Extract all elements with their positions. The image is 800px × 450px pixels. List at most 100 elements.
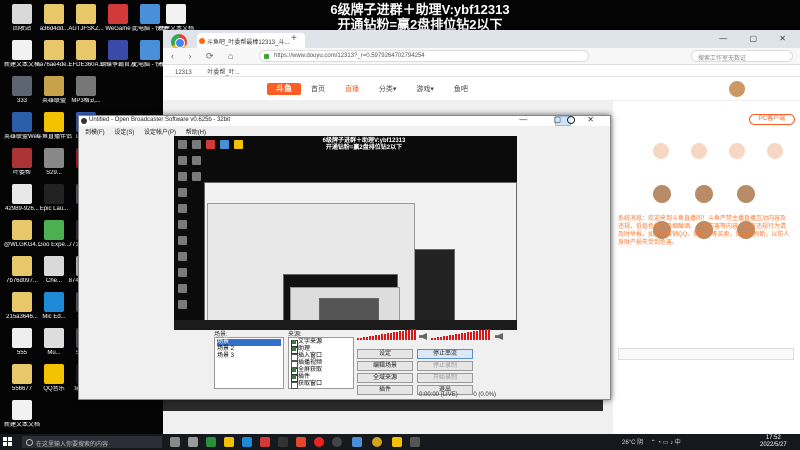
browser-search-field[interactable]: 搜索工作室无数证: [691, 50, 793, 62]
desktop-icon[interactable]: 555: [4, 328, 40, 357]
system-tray[interactable]: 26°C 阴 ⌃ ◔ ▭ ♪ 中: [622, 437, 681, 446]
obs-plugins-button[interactable]: 插件: [357, 385, 413, 395]
desktop-icon[interactable]: 556677: [4, 364, 40, 393]
desktop-icon[interactable]: 新建文本文档(4): [4, 400, 40, 429]
desktop-icon[interactable]: a36d4dd...: [36, 4, 72, 33]
desktop-icon[interactable]: QQ音乐: [36, 364, 72, 393]
desktop-icon[interactable]: ea76ae4de...: [36, 40, 72, 69]
desktop-icon[interactable]: 回收站: [4, 4, 40, 33]
desktop-icon[interactable]: 蝴蝶争霸官方电竞平台: [100, 40, 136, 69]
obs-stop-stream-button[interactable]: 停止串流: [417, 349, 473, 359]
mic-volume-meter[interactable]: [357, 328, 416, 340]
desktop-icon[interactable]: S29...: [36, 148, 72, 177]
obs-settings-button[interactable]: 设定: [357, 349, 413, 359]
weather-indicator[interactable]: 26°C 阴: [622, 440, 643, 446]
desktop-icon[interactable]: 新建文本文档: [4, 40, 40, 69]
obs-preview[interactable]: 6级牌子进群＋助理V:ybf12313 开通钻粉=赢2盘排位钻2以下: [174, 136, 517, 330]
taskbar-clock[interactable]: 17:52 2022/5/27: [760, 435, 787, 449]
source-item[interactable]: 全屏获取: [291, 367, 351, 375]
bookmark-item[interactable]: 12313: [175, 70, 192, 76]
url-field[interactable]: https://www.douyu.com/12313?_r=0.5979264…: [259, 50, 589, 62]
scenes-list[interactable]: 场景 场景 2 场景 3: [214, 337, 284, 389]
browser-tab-douyu[interactable]: 斗鱼吧_叶委帮最棒12313_斗...: [197, 33, 305, 48]
douyu-logo[interactable]: 斗鱼: [267, 83, 301, 95]
scene-item[interactable]: 场景: [217, 339, 281, 346]
desktop-volume-meter[interactable]: [431, 328, 490, 340]
desktop-icon[interactable]: Mu...: [36, 328, 72, 357]
desktop-icon[interactable]: 斗鱼直播伴侣: [36, 112, 72, 141]
desktop-icon[interactable]: 7b76d097...: [4, 256, 40, 285]
obs-menu-profiles[interactable]: 设定帐户(P): [144, 130, 176, 136]
browser-nav-icons[interactable]: ‹ › ⟳ ⌂: [171, 51, 239, 62]
desktop-icon[interactable]: 英雄联盟: [36, 76, 72, 105]
bookmark-item[interactable]: 叶委帮_叶...: [207, 70, 239, 76]
desktop-icon[interactable]: Che...: [36, 256, 72, 285]
start-button-windows-icon[interactable]: [3, 437, 13, 447]
tray-icons[interactable]: ⌃ ◔ ▭ ♪ 中: [651, 440, 681, 446]
obs-global-sources-button[interactable]: 全域来源: [357, 373, 413, 383]
fan-avatar[interactable]: [737, 185, 755, 203]
desktop-icon[interactable]: @WLGKG4...: [4, 220, 40, 249]
source-item[interactable]: 助理: [291, 346, 351, 354]
desktop-icon[interactable]: 215a3646...: [4, 292, 40, 321]
taskbar-app-icon[interactable]: [260, 437, 270, 447]
taskbar-app-icon[interactable]: [314, 437, 324, 447]
taskbar-app-icon[interactable]: [296, 437, 306, 447]
taskbar-search-box[interactable]: 在这里输入你要搜索的内容: [22, 436, 162, 448]
browser-taskbar-icon[interactable]: [372, 437, 382, 447]
obs-menu-file[interactable]: 到模(F): [85, 130, 105, 136]
desktop-icon[interactable]: MP3格式...: [68, 76, 104, 105]
scene-item[interactable]: 场景 2: [217, 346, 281, 353]
gift-icon[interactable]: [729, 143, 745, 159]
desktop-icon[interactable]: EFDE360A...: [68, 40, 104, 69]
desktop-icon[interactable]: Epic Lau...: [36, 184, 72, 213]
browser-window-controls[interactable]: — ▢ ✕: [719, 34, 796, 43]
user-avatar[interactable]: [729, 81, 745, 97]
desktop-icon[interactable]: AUTJFSKZ...: [68, 4, 104, 33]
site-nav-home[interactable]: 首页: [311, 86, 325, 93]
taskbar-app-icon[interactable]: [278, 437, 288, 447]
pc-client-button[interactable]: PC客户端: [749, 114, 795, 125]
source-item[interactable]: 文字来源: [291, 339, 351, 347]
gift-icon[interactable]: [653, 143, 669, 159]
source-item[interactable]: 插入窗口: [291, 353, 351, 361]
taskbar-app-icon[interactable]: [410, 437, 420, 447]
fan-avatar[interactable]: [695, 185, 713, 203]
obs-edit-scene-button[interactable]: 编辑场景: [357, 361, 413, 371]
site-nav-yuba[interactable]: 鱼吧: [454, 86, 468, 93]
desktop-speaker-icon[interactable]: [495, 333, 503, 340]
scene-item[interactable]: 场景 3: [217, 353, 281, 360]
obs-window-controls[interactable]: — ▢ ✕: [519, 115, 606, 124]
taskbar-app-icon[interactable]: [392, 437, 402, 447]
task-view-icon[interactable]: [170, 437, 180, 447]
obs-taskbar-icon[interactable]: [332, 437, 342, 447]
gift-icon[interactable]: [767, 143, 783, 159]
desktop-icon[interactable]: Goo Expe...: [36, 220, 72, 249]
desktop-icon[interactable]: 新建文本文档: [158, 4, 194, 33]
fan-avatar[interactable]: [653, 185, 671, 203]
desktop-icon[interactable]: 叶委帮: [4, 148, 40, 177]
source-item[interactable]: 获取窗口: [291, 381, 351, 389]
obs-menu-settings[interactable]: 设定(S): [114, 130, 134, 136]
sources-list[interactable]: 文字来源 助理 插入窗口 插播视频 全屏获取 插件 获取窗口: [288, 337, 354, 389]
chat-input[interactable]: [618, 348, 794, 360]
desktop-icon[interactable]: Mic Ed...: [36, 292, 72, 321]
site-nav-category[interactable]: 分类▾: [379, 86, 397, 93]
desktop-icon[interactable]: 42989-926...: [4, 184, 40, 213]
new-tab-plus-icon[interactable]: +: [291, 34, 297, 44]
site-nav-games[interactable]: 游戏▾: [416, 86, 434, 93]
desktop-icon[interactable]: WeGame: [100, 4, 136, 33]
mic-speaker-icon[interactable]: [419, 333, 427, 340]
taskbar-app-icon[interactable]: [188, 437, 198, 447]
gift-icon[interactable]: [691, 143, 707, 159]
source-item[interactable]: 插件: [291, 374, 351, 382]
desktop-icon[interactable]: 333: [4, 76, 40, 105]
desktop-icon[interactable]: 英雄联盟WeGame版: [4, 112, 40, 141]
volume-bar: [378, 334, 380, 340]
folder-icon[interactable]: [224, 437, 234, 447]
taskbar-app-icon[interactable]: [352, 437, 362, 447]
site-nav-live[interactable]: 直播: [345, 86, 359, 93]
taskbar-app-icon[interactable]: [206, 437, 216, 447]
source-item[interactable]: 插播视频: [291, 360, 351, 368]
taskbar-app-icon[interactable]: [242, 437, 252, 447]
